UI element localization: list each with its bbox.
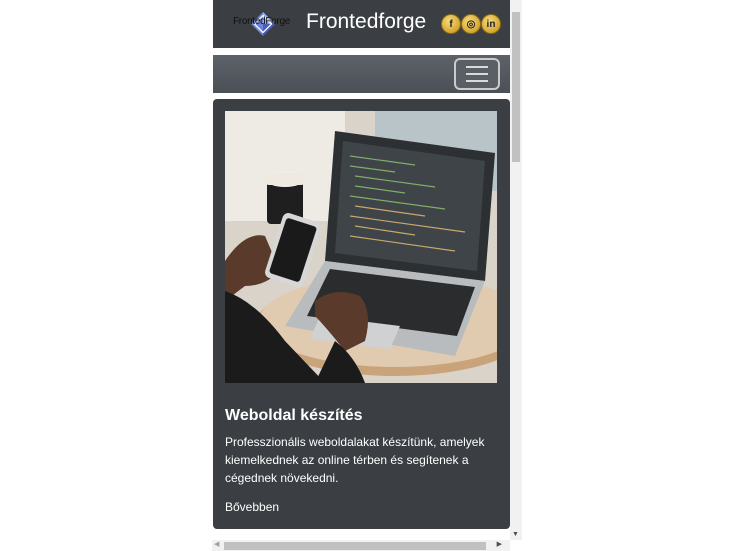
card-description: Professzionális weboldalakat készítünk, … bbox=[225, 435, 485, 485]
scroll-left-arrow-icon[interactable]: ◀ bbox=[214, 540, 219, 548]
instagram-icon[interactable]: ◎ bbox=[461, 14, 481, 34]
vertical-scroll-thumb[interactable] bbox=[512, 12, 520, 162]
facebook-icon[interactable]: f bbox=[441, 14, 461, 34]
hamburger-menu-icon[interactable] bbox=[454, 58, 500, 90]
site-header: FrontedForge Frontedforge f ◎ in bbox=[213, 0, 510, 48]
horizontal-scroll-thumb[interactable] bbox=[224, 542, 486, 550]
logo[interactable]: FrontedForge bbox=[233, 10, 293, 38]
read-more-link[interactable]: Bővebben bbox=[225, 500, 279, 514]
laptop-and-phone-photo bbox=[225, 111, 497, 383]
scroll-down-arrow-icon[interactable]: ▼ bbox=[512, 531, 519, 538]
horizontal-scrollbar[interactable]: ◀ ▶ bbox=[212, 540, 510, 551]
browser-viewport: FrontedForge Frontedforge f ◎ in Webolda… bbox=[212, 0, 522, 551]
scroll-right-arrow-icon[interactable]: ▶ bbox=[497, 540, 502, 548]
card-title: Weboldal készítés bbox=[225, 407, 363, 424]
vertical-scrollbar[interactable]: ▼ bbox=[510, 0, 522, 540]
service-card: Weboldal készítés Professzionális webold… bbox=[213, 99, 510, 529]
navbar bbox=[213, 55, 510, 93]
logo-text: FrontedForge bbox=[233, 16, 290, 27]
site-title[interactable]: Frontedforge bbox=[306, 10, 426, 34]
linkedin-icon[interactable]: in bbox=[481, 14, 501, 34]
